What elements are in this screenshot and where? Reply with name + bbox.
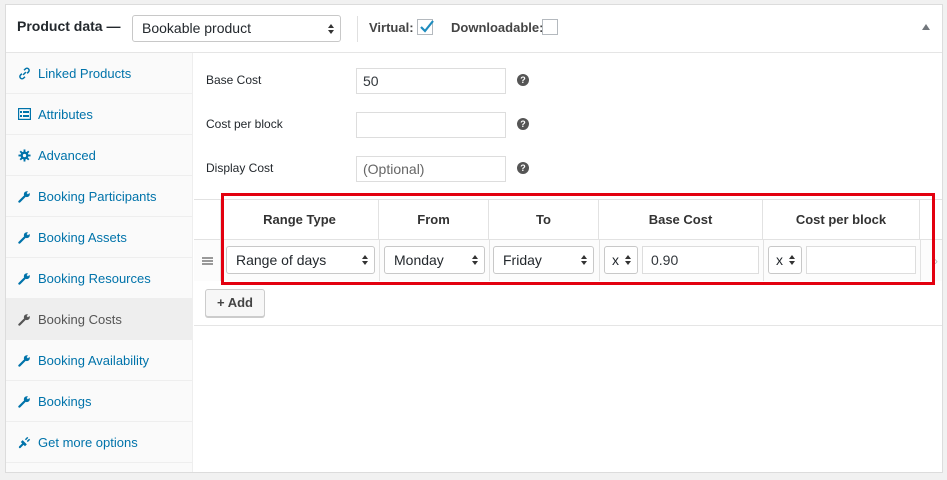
booking-costs-panel: Base Cost 50 ? Cost per block ? Display … [194,53,942,472]
tab-label: Booking Availability [38,352,150,368]
range-block-cost-input[interactable] [806,246,916,274]
tab-label: Linked Products [38,65,132,81]
select-arrows-icon [472,255,478,265]
tab-label: Booking Assets [38,229,127,245]
wrench-icon [17,189,31,203]
display-cost-label: Display Cost [206,161,274,175]
drag-handle-icon[interactable] [194,240,221,281]
tab-label: Attributes [38,106,93,122]
range-base-cost-input[interactable]: 0.90 [642,246,759,274]
chevron-right-icon: › [934,254,938,268]
downloadable-label: Downloadable: [451,20,544,35]
tab-label: Booking Resources [38,270,151,286]
to-value: Friday [503,252,542,268]
from-select[interactable]: Monday [384,246,485,274]
add-range-button[interactable]: + Add [205,289,265,317]
tab-label: Advanced [38,147,96,163]
plugin-icon [17,435,31,449]
tab-booking-costs[interactable]: Booking Costs [6,299,192,340]
tab-linked-products[interactable]: Linked Products [6,53,192,94]
range-type-select[interactable]: Range of days [226,246,375,274]
wrench-icon [17,353,31,367]
collapse-toggle-icon[interactable] [922,24,930,30]
select-arrows-icon [328,23,334,34]
tab-get-more-options[interactable]: Get more options [6,422,192,463]
select-arrows-icon [581,255,587,265]
range-type-value: Range of days [236,252,327,268]
select-arrows-icon [362,255,368,265]
tab-advanced[interactable]: Advanced [6,135,192,176]
header-base-cost: Base Cost [599,200,763,240]
header-divider [357,16,358,42]
header-to: To [489,200,599,240]
base-cost-modifier-select[interactable]: x [604,246,638,274]
wrench-icon [17,230,31,244]
header-range-type: Range Type [221,200,379,240]
cost-ranges-table: Range Type From To Base Cost Cost per bl… [194,199,942,281]
downloadable-checkbox[interactable] [542,19,558,35]
tab-booking-availability[interactable]: Booking Availability [6,340,192,381]
wrench-icon [17,271,31,285]
virtual-checkbox[interactable] [417,19,434,35]
wrench-icon [17,312,31,326]
header-cost-per-block: Cost per block [763,200,920,240]
from-value: Monday [394,252,444,268]
table-row: Range of days Monday Friday x 0.90 x › [194,240,942,281]
virtual-label: Virtual: [369,20,414,35]
tab-label: Get more options [38,434,138,450]
select-arrows-icon [625,255,631,265]
tab-booking-resources[interactable]: Booking Resources [6,258,192,299]
gear-icon [17,148,31,162]
help-icon[interactable]: ? [517,118,529,130]
block-cost-modifier-select[interactable]: x [768,246,802,274]
checkmark-icon [420,20,434,33]
wrench-icon [17,394,31,408]
modifier-value: x [612,252,619,268]
list-table-icon [17,107,31,121]
base-cost-label: Base Cost [206,73,262,87]
tab-booking-assets[interactable]: Booking Assets [6,217,192,258]
product-type-select[interactable]: Bookable product [132,15,341,42]
tab-label: Booking Participants [38,188,157,204]
display-cost-input[interactable]: (Optional) [356,156,506,182]
product-data-header: Product data — Bookable product Virtual:… [6,5,942,53]
help-icon[interactable]: ? [517,74,529,86]
tab-attributes[interactable]: Attributes [6,94,192,135]
tab-bookings[interactable]: Bookings [6,381,192,422]
header-from: From [379,200,489,240]
table-header: Range Type From To Base Cost Cost per bl… [194,200,942,240]
modifier-value: x [776,252,783,268]
base-cost-input[interactable]: 50 [356,68,506,94]
cost-per-block-input[interactable] [356,112,506,138]
header-spacer [194,200,221,240]
product-data-panel: Product data — Bookable product Virtual:… [5,4,943,473]
product-data-title: Product data — [17,18,121,34]
to-select[interactable]: Friday [493,246,594,274]
link-icon [17,66,31,80]
product-type-value: Bookable product [142,20,251,36]
product-data-tabs: Linked Products Attributes Advanced Book… [6,53,193,472]
cost-per-block-label: Cost per block [206,117,283,131]
tab-booking-participants[interactable]: Booking Participants [6,176,192,217]
tab-label: Bookings [38,393,92,409]
tab-label: Booking Costs [38,311,122,327]
select-arrows-icon [789,255,795,265]
panel-divider [194,325,942,326]
help-icon[interactable]: ? [517,162,529,174]
